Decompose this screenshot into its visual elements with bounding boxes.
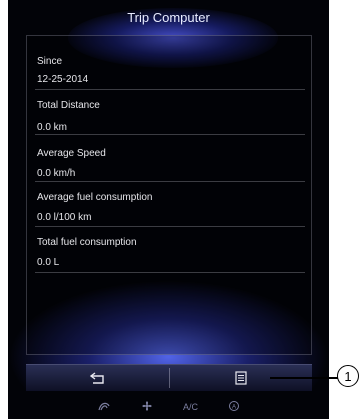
svg-text:A: A bbox=[232, 405, 236, 411]
fan-icon[interactable] bbox=[97, 400, 111, 414]
divider bbox=[35, 89, 305, 90]
back-button[interactable] bbox=[26, 365, 169, 391]
fan-speed-icon[interactable] bbox=[141, 400, 153, 414]
total-fuel-label: Total fuel consumption bbox=[37, 237, 137, 248]
back-arrow-icon bbox=[89, 372, 104, 384]
total-distance-value: 0.0 km bbox=[37, 122, 68, 133]
average-fuel-label: Average fuel consumption bbox=[37, 192, 153, 203]
page-title: Trip Computer bbox=[127, 10, 210, 25]
total-fuel-value: 0.0 L bbox=[37, 257, 60, 268]
ac-button[interactable]: A/C bbox=[183, 402, 198, 412]
climate-bar: A/C A bbox=[8, 398, 329, 416]
recirculation-icon[interactable]: A bbox=[228, 400, 240, 414]
multimedia-screen: Trip Computer Since 12-25-2014 Total Dis… bbox=[8, 0, 329, 419]
since-value: 12-25-2014 bbox=[37, 74, 89, 85]
divider bbox=[35, 181, 305, 182]
since-label: Since bbox=[37, 56, 63, 67]
average-speed-value: 0.0 km/h bbox=[37, 168, 76, 179]
callout-marker: 1 bbox=[337, 365, 359, 387]
divider bbox=[35, 272, 305, 273]
divider bbox=[35, 226, 305, 227]
callout-line bbox=[270, 377, 338, 379]
trip-computer-panel: Since 12-25-2014 Total Distance 0.0 km A… bbox=[26, 35, 312, 355]
list-menu-icon bbox=[235, 371, 247, 385]
total-distance-label: Total Distance bbox=[37, 100, 100, 111]
average-fuel-value: 0.0 l/100 km bbox=[37, 212, 92, 223]
average-speed-label: Average Speed bbox=[37, 148, 106, 159]
divider bbox=[35, 134, 305, 135]
